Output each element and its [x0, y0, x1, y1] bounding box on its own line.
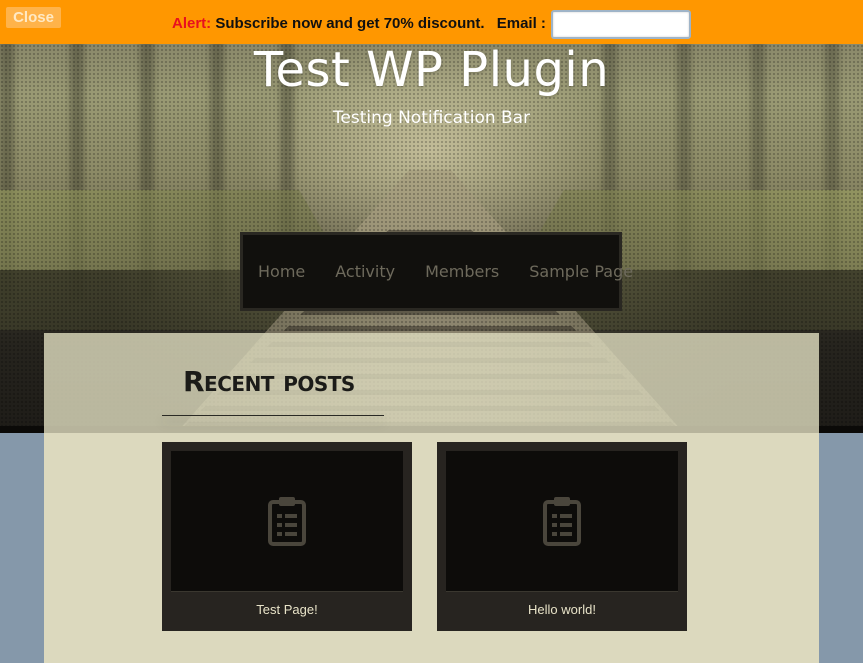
site-tagline: Testing Notification Bar: [332, 108, 531, 128]
heading-divider: [162, 415, 384, 416]
nav-item-activity[interactable]: Activity: [335, 262, 395, 281]
clipboard-icon: [542, 496, 582, 546]
close-button[interactable]: Close: [6, 7, 61, 28]
post-thumbnail[interactable]: [171, 451, 403, 592]
post-card-hello-world[interactable]: Hello world!: [437, 442, 687, 631]
content-panel-lower: [44, 433, 819, 663]
alert-label: Alert:: [172, 15, 212, 32]
notification-message: Alert: Subscribe now and get 70% discoun…: [172, 15, 546, 32]
main-navigation: Home Activity Members Sample Page: [240, 232, 633, 311]
post-title[interactable]: Hello world!: [437, 602, 687, 617]
email-input[interactable]: [551, 10, 691, 39]
notification-bar: Close Alert: Subscribe now and get 70% d…: [0, 0, 863, 44]
post-thumbnail[interactable]: [446, 451, 678, 592]
nav-item-home[interactable]: Home: [258, 262, 305, 281]
email-label: Email :: [496, 15, 546, 32]
nav-item-sample-page[interactable]: Sample Page: [529, 262, 633, 281]
promo-text: Subscribe now and get 70% discount.: [215, 15, 485, 32]
post-card-test-page[interactable]: Test Page!: [162, 442, 412, 631]
recent-posts-heading: Recent posts: [183, 365, 355, 398]
site-title[interactable]: Test WP Plugin: [0, 42, 863, 98]
post-title[interactable]: Test Page!: [162, 602, 412, 617]
nav-item-members[interactable]: Members: [425, 262, 499, 281]
clipboard-icon: [267, 496, 307, 546]
